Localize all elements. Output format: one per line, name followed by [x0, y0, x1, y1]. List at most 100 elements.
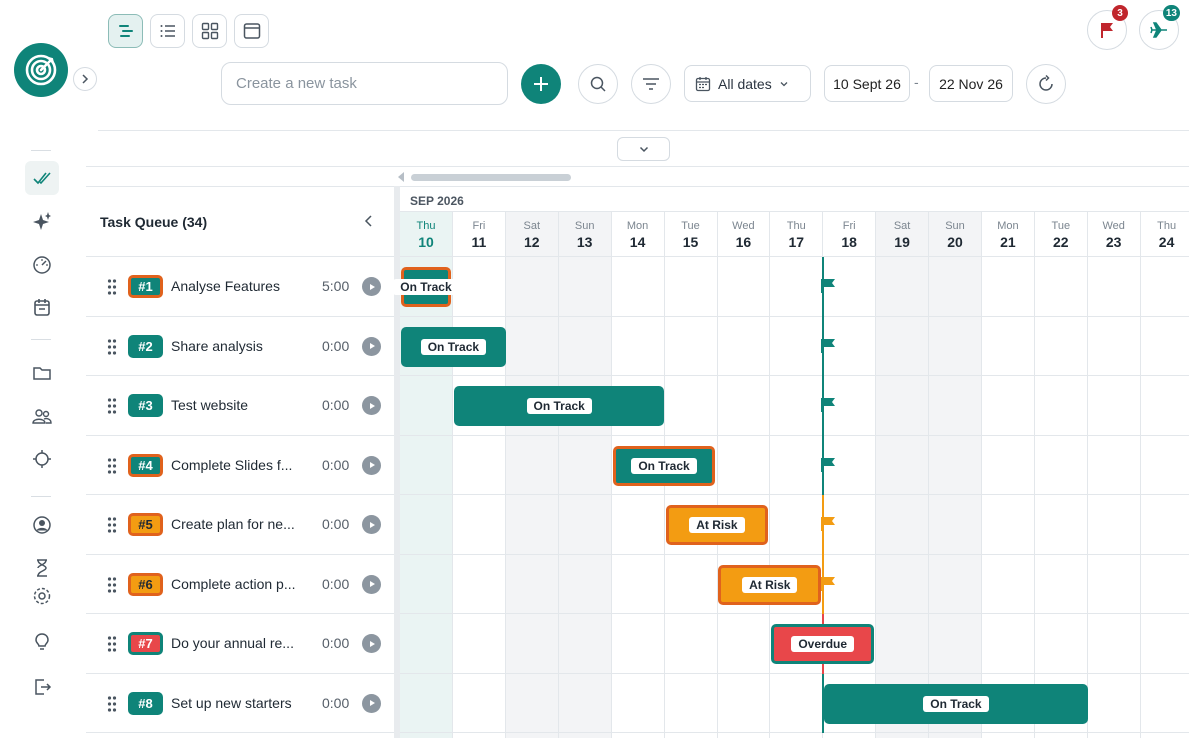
horizontal-scrollbar[interactable] [394, 167, 1189, 186]
drag-handle-icon[interactable] [107, 398, 117, 414]
search-button[interactable] [578, 64, 618, 104]
task-name[interactable]: Complete action p... [171, 576, 317, 592]
trips-button[interactable]: 13 [1139, 5, 1180, 50]
drag-handle-icon[interactable] [107, 338, 117, 355]
task-bar[interactable]: On Track [453, 386, 665, 426]
gantt-view-icon [118, 25, 133, 37]
deadline-flag-icon[interactable] [821, 457, 837, 473]
task-id-badge[interactable]: #2 [128, 334, 163, 358]
task-row[interactable]: #6 Complete action p... 0:00 [86, 555, 394, 614]
task-bar[interactable]: At Risk [718, 564, 822, 605]
task-row[interactable]: #1 Analyse Features 5:00 [86, 257, 394, 317]
day-header: Sat 12 [505, 212, 558, 257]
start-timer-button[interactable] [362, 515, 381, 534]
day-name: Tue [681, 220, 700, 232]
rail-logout[interactable] [25, 670, 59, 704]
drag-handle-icon[interactable] [107, 517, 117, 533]
task-row[interactable]: #3 Test website 0:00 [86, 376, 394, 436]
rail-calendar[interactable] [25, 290, 59, 324]
rail-ai[interactable] [25, 204, 59, 238]
task-id-badge[interactable]: #5 [128, 513, 163, 536]
rail-goals[interactable] [25, 442, 59, 476]
start-date-field[interactable]: 10 Sept 26 [824, 65, 910, 102]
start-timer-button[interactable] [362, 336, 381, 356]
start-timer-button[interactable] [362, 396, 381, 415]
task-bar[interactable]: At Risk [665, 505, 769, 545]
task-name[interactable]: Set up new starters [171, 695, 317, 711]
app-logo[interactable] [14, 43, 68, 97]
drag-handle-icon[interactable] [107, 457, 117, 474]
calendar-icon [34, 299, 50, 316]
rail-divider [31, 150, 51, 151]
start-timer-button[interactable] [362, 693, 381, 713]
start-timer-button[interactable] [362, 455, 381, 475]
task-status-label: On Track [420, 338, 487, 355]
deadline-flag-icon[interactable] [821, 576, 837, 592]
task-name[interactable]: Test website [171, 397, 317, 413]
window-view-button[interactable] [234, 14, 269, 48]
rail-profile[interactable] [25, 508, 59, 542]
deadline-flag-icon[interactable] [821, 338, 837, 354]
task-name[interactable]: Do your annual re... [171, 635, 317, 651]
deadline-flag-icon[interactable] [821, 516, 837, 532]
chevron-down-icon [639, 146, 648, 153]
double-check-icon [33, 172, 51, 185]
task-bar[interactable]: On Track [394, 267, 459, 307]
rail-team[interactable] [25, 399, 59, 433]
task-name[interactable]: Create plan for ne... [171, 516, 317, 532]
task-bar[interactable]: On Track [824, 683, 1088, 724]
rail-tasks[interactable] [25, 161, 59, 195]
add-task-button[interactable] [521, 64, 561, 104]
rail-projects[interactable] [25, 356, 59, 390]
rail-dashboard[interactable] [25, 247, 59, 281]
timeline-view-button[interactable] [108, 14, 143, 48]
task-id-badge[interactable]: #6 [128, 572, 163, 596]
task-bar[interactable]: On Track [401, 326, 506, 367]
flag-icon [1101, 23, 1113, 38]
start-timer-button[interactable] [362, 574, 381, 594]
task-bar[interactable]: On Track [612, 445, 716, 486]
start-timer-button[interactable] [362, 634, 381, 653]
trips-count-badge: 13 [1162, 5, 1180, 21]
task-row[interactable]: #7 Do your annual re... 0:00 [86, 614, 394, 674]
end-date-field[interactable]: 22 Nov 26 [929, 65, 1013, 102]
sidebar-expand-button[interactable] [73, 67, 97, 91]
day-number: 13 [576, 234, 593, 250]
rail-ideas[interactable] [25, 625, 59, 659]
start-timer-button[interactable] [362, 277, 381, 296]
filter-button[interactable] [631, 64, 671, 104]
task-id-badge[interactable]: #7 [128, 632, 163, 655]
task-row[interactable]: #5 Create plan for ne... 0:00 [86, 495, 394, 555]
task-row[interactable]: #4 Complete Slides f... 0:00 [86, 436, 394, 495]
drag-handle-icon[interactable] [107, 695, 117, 712]
drag-handle-icon[interactable] [107, 279, 117, 295]
flags-button[interactable]: 3 [1087, 5, 1128, 50]
day-header: Sun 20 [929, 212, 981, 257]
task-id-badge[interactable]: #1 [128, 275, 163, 298]
day-number: 16 [735, 234, 752, 250]
task-row[interactable]: #8 Set up new starters 0:00 [86, 674, 394, 733]
list-view-button[interactable] [150, 14, 185, 48]
task-name[interactable]: Complete Slides f... [171, 457, 317, 473]
task-bar[interactable]: Overdue [771, 624, 875, 664]
drag-handle-icon[interactable] [107, 576, 117, 593]
rail-settings[interactable] [25, 579, 59, 613]
date-range-select[interactable]: All dates [684, 65, 811, 102]
task-id-badge[interactable]: #3 [128, 394, 163, 417]
refresh-button[interactable] [1026, 64, 1066, 104]
task-name[interactable]: Analyse Features [171, 278, 317, 294]
collapse-queue-button[interactable] [360, 211, 378, 231]
task-row[interactable]: #2 Share analysis 0:00 [86, 317, 394, 376]
grid-view-button[interactable] [192, 14, 227, 48]
task-id-badge[interactable]: #4 [128, 453, 163, 477]
create-task-input[interactable] [221, 62, 508, 105]
scrollbar-thumb[interactable] [411, 174, 571, 181]
collapse-toolbar-button[interactable] [617, 137, 670, 161]
drag-handle-icon[interactable] [107, 636, 117, 652]
deadline-flag-icon[interactable] [821, 397, 837, 413]
task-name[interactable]: Share analysis [171, 338, 317, 354]
deadline-flag-icon[interactable] [821, 278, 837, 294]
task-id-badge[interactable]: #8 [128, 691, 163, 715]
scroll-left-arrow-icon[interactable] [398, 172, 404, 182]
task-status-label: Overdue [791, 636, 855, 652]
